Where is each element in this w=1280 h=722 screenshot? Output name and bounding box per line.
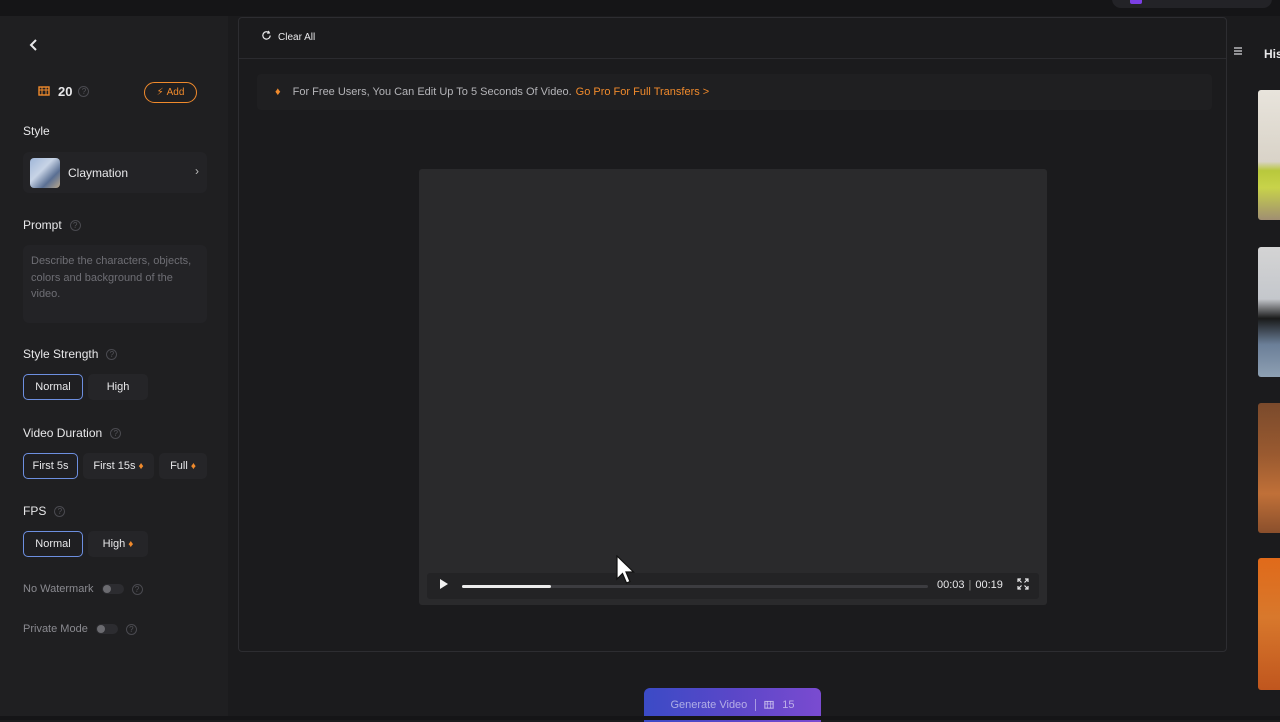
time-display: 00:03 | 00:19 xyxy=(937,579,1003,591)
credit-coins-icon xyxy=(764,699,775,712)
divider xyxy=(755,699,757,711)
editor-panel: Clear All ♦ For Free Users, You Can Edit… xyxy=(238,17,1227,652)
mouse-cursor-icon xyxy=(616,554,635,585)
chevron-right-icon: › xyxy=(195,164,199,178)
history-thumbnail[interactable] xyxy=(1258,558,1280,690)
duration-full[interactable]: Full ♦ xyxy=(159,453,207,479)
help-icon[interactable]: ? xyxy=(131,583,143,595)
style-thumbnail xyxy=(30,157,60,188)
credit-coins-icon xyxy=(38,84,52,99)
history-menu-button[interactable] xyxy=(1229,44,1247,62)
option-label: First 15s xyxy=(93,460,136,472)
go-pro-link[interactable]: Go Pro For Full Transfers > xyxy=(576,86,710,98)
history-thumbnail[interactable] xyxy=(1258,403,1280,533)
option-label: Normal xyxy=(35,381,71,393)
fullscreen-button[interactable] xyxy=(1017,578,1029,593)
video-controls: 00:03 | 00:19 xyxy=(427,573,1039,599)
duration-first-5s[interactable]: First 5s xyxy=(23,453,78,479)
fps-normal[interactable]: Normal xyxy=(23,531,83,557)
prompt-input[interactable]: Describe the characters, objects, colors… xyxy=(23,245,207,323)
no-watermark-row: No Watermark ? xyxy=(23,583,143,595)
play-icon xyxy=(440,579,448,589)
add-credits-label: Add xyxy=(166,87,185,98)
option-label: High xyxy=(102,538,126,550)
style-name: Claymation xyxy=(68,165,129,180)
prompt-label: Prompt ? xyxy=(23,218,81,232)
top-bar xyxy=(0,0,1280,16)
private-mode-label: Private Mode xyxy=(23,623,88,635)
fps-high[interactable]: High ♦ xyxy=(88,531,148,557)
clear-all-button[interactable]: Clear All xyxy=(261,30,315,44)
history-title: His xyxy=(1264,47,1280,61)
video-duration-section-label: Video Duration xyxy=(23,426,103,440)
style-section-label: Style xyxy=(23,124,50,138)
option-label: Normal xyxy=(35,538,71,550)
total-time: 00:19 xyxy=(975,579,1003,591)
option-label: Full xyxy=(170,460,188,472)
help-icon[interactable]: ? xyxy=(78,86,90,97)
fullscreen-icon xyxy=(1017,578,1029,590)
option-label: First 5s xyxy=(32,460,69,472)
private-mode-toggle[interactable] xyxy=(95,624,118,634)
add-credits-button[interactable]: ⚡︎ Add xyxy=(144,82,197,103)
clear-all-label: Clear All xyxy=(278,31,316,43)
style-strength-section-label: Style Strength xyxy=(23,347,99,361)
bottom-edge xyxy=(0,716,1280,720)
lightning-icon: ⚡︎ xyxy=(156,87,164,98)
current-time: 00:03 xyxy=(937,579,965,591)
chevron-left-icon xyxy=(27,36,41,56)
avatar xyxy=(1130,0,1142,4)
pro-diamond-icon: ♦ xyxy=(275,86,281,98)
pro-diamond-icon: ♦ xyxy=(128,538,134,550)
video-preview[interactable]: 00:03 | 00:19 xyxy=(419,169,1047,605)
prompt-placeholder: Describe the characters, objects, colors… xyxy=(31,255,192,300)
credit-amount: 20 xyxy=(58,84,73,99)
style-selector[interactable]: Claymation › xyxy=(23,152,207,193)
style-label: Style xyxy=(23,124,50,138)
menu-icon xyxy=(1232,46,1244,60)
no-watermark-label: No Watermark xyxy=(23,583,94,595)
no-watermark-toggle[interactable] xyxy=(101,584,124,594)
video-duration-label: Video Duration ? xyxy=(23,426,122,440)
fps-section-label: FPS xyxy=(23,504,47,518)
fps-label: FPS ? xyxy=(23,504,66,518)
settings-sidebar: 20 ? ⚡︎ Add Style Claymation › Prompt ? … xyxy=(0,16,228,720)
history-thumbnail[interactable] xyxy=(1258,247,1280,377)
style-strength-high[interactable]: High xyxy=(88,374,148,400)
history-thumbnail[interactable] xyxy=(1258,90,1280,220)
free-user-notice: ♦ For Free Users, You Can Edit Up To 5 S… xyxy=(257,74,1212,110)
play-button[interactable] xyxy=(439,578,449,593)
generate-label: Generate Video xyxy=(670,699,748,711)
help-icon[interactable]: ? xyxy=(106,348,118,360)
time-separator: | xyxy=(968,579,972,591)
style-strength-normal[interactable]: Normal xyxy=(23,374,83,400)
prompt-section-label: Prompt xyxy=(23,218,62,232)
progress-fill xyxy=(462,585,551,588)
style-strength-label: Style Strength ? xyxy=(23,347,118,361)
private-mode-row: Private Mode ? xyxy=(23,623,137,635)
back-button[interactable] xyxy=(24,36,44,56)
credit-balance: 20 ? xyxy=(38,84,90,99)
pro-diamond-icon: ♦ xyxy=(190,460,196,472)
user-menu[interactable] xyxy=(1112,0,1272,8)
help-icon[interactable]: ? xyxy=(69,219,81,231)
help-icon[interactable]: ? xyxy=(125,623,137,635)
help-icon[interactable]: ? xyxy=(54,505,66,517)
refresh-icon xyxy=(261,30,272,44)
option-label: High xyxy=(106,381,130,393)
duration-first-15s[interactable]: First 15s ♦ xyxy=(83,453,154,479)
notice-text: For Free Users, You Can Edit Up To 5 Sec… xyxy=(292,86,572,98)
progress-track[interactable] xyxy=(462,585,928,588)
pro-diamond-icon: ♦ xyxy=(138,460,144,472)
toolbar-divider xyxy=(239,58,1226,59)
help-icon[interactable]: ? xyxy=(110,427,122,439)
generate-cost: 15 xyxy=(782,699,795,711)
